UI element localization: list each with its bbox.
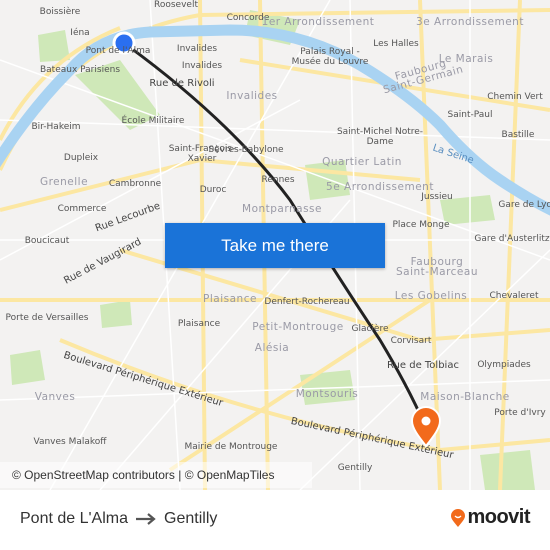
map-label: Sèvres-Babylone — [208, 145, 284, 155]
map-label: Plaisance — [177, 319, 221, 329]
map-label: Chemin Vert — [487, 92, 543, 102]
map-label: Olympiades — [477, 360, 531, 370]
map-label: 1er Arrondissement — [261, 16, 375, 28]
map-label: Boucicaut — [24, 236, 70, 246]
destination-name: Gentilly — [164, 510, 218, 527]
map-label: Porte d'Ivry — [494, 408, 546, 418]
map-label: Mairie de Montrouge — [184, 442, 278, 452]
map-label: Plaisance — [203, 293, 257, 305]
moovit-wordmark: moovit — [467, 506, 530, 528]
destination-marker — [410, 406, 442, 448]
map-label: Invalides — [181, 61, 223, 71]
take-me-there-button[interactable]: Take me there — [165, 223, 385, 268]
footer: Pont de L'Alma Gentilly moovit — [0, 490, 550, 550]
map-label: Saint-Michel Notre-Dame — [336, 127, 424, 147]
map-label: 3e Arrondissement — [416, 16, 524, 28]
map-label: Rue de Tolbiac — [387, 360, 459, 371]
map-label: Denfert-Rochereau — [264, 297, 350, 307]
map-label: Les Halles — [373, 39, 419, 49]
map-label: Pont de l'Alma — [85, 46, 151, 56]
map-label: Bateaux Parisiens — [39, 65, 121, 75]
map-label: Iéna — [70, 28, 90, 38]
map-label: Quartier Latin — [322, 156, 402, 168]
map-label: Duroc — [199, 185, 227, 195]
moovit-logo[interactable]: moovit — [451, 506, 530, 529]
map-label: Palais Royal - Musée du Louvre — [291, 47, 369, 67]
map-label: 5e Arrondissement — [326, 181, 434, 193]
map-label: Bastille — [501, 130, 535, 140]
map-label: Maison-Blanche — [420, 391, 510, 403]
map-label: Grenelle — [39, 176, 89, 188]
map-label: École Militaire — [121, 116, 185, 126]
origin-name: Pont de L'Alma — [20, 510, 129, 527]
map-label: Vanves — [34, 391, 76, 403]
map-label: Rue de Rivoli — [149, 78, 215, 89]
arrow-right-icon — [136, 513, 156, 525]
map-label: Place Monge — [392, 220, 450, 230]
map-label: Boissière — [39, 7, 81, 17]
map-label: Corvisart — [390, 336, 432, 346]
map-label: Bir-Hakeim — [31, 122, 81, 132]
map[interactable]: Boissière Roosevelt Concorde 1er Arrondisse… — [0, 0, 550, 490]
map-label: Gentilly — [337, 463, 373, 473]
map-label: Invalides — [226, 90, 278, 102]
map-label: Cambronne — [108, 179, 162, 189]
map-label: Vanves Malakoff — [33, 437, 107, 447]
map-label: Saint-Paul — [447, 110, 493, 120]
map-label: Alésia — [254, 342, 290, 354]
map-label: Porte de Versailles — [5, 313, 89, 323]
map-label: Dupleix — [63, 153, 99, 163]
route-summary: Pont de L'Alma Gentilly — [20, 510, 217, 528]
moovit-pin-icon — [451, 508, 466, 527]
map-label: Montsouris — [295, 388, 359, 400]
map-label: Gare d'Austerlitz — [474, 234, 550, 244]
map-label: Rennes — [261, 175, 295, 185]
map-label: Glacière — [351, 324, 389, 334]
map-attribution[interactable]: © OpenStreetMap contributors | © OpenMap… — [0, 462, 312, 488]
map-label: Jussieu — [421, 192, 453, 202]
map-label: Faubourg Saint-Marceau — [396, 256, 478, 278]
map-label: Roosevelt — [154, 0, 198, 10]
map-label: Chevaleret — [489, 291, 539, 301]
map-label: Invalides — [176, 44, 218, 54]
map-label: Gare de Lyon — [498, 200, 550, 210]
map-label: Commerce — [57, 204, 107, 214]
map-label: Les Gobelins — [394, 290, 468, 302]
map-label: Petit-Montrouge — [252, 321, 344, 333]
map-label: Montparnasse — [242, 203, 322, 215]
